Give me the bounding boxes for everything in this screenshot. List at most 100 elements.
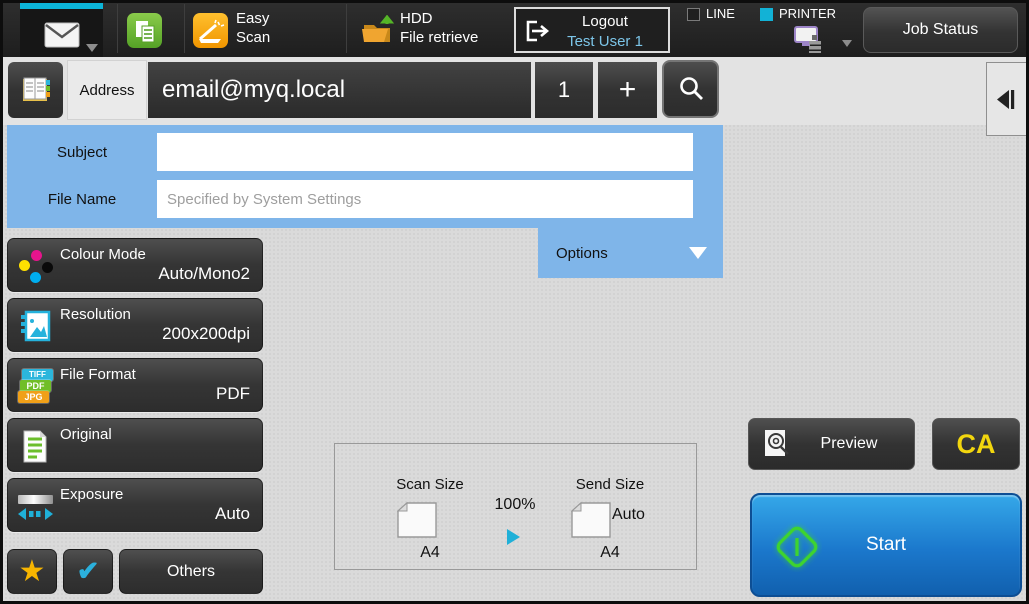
address-row: Address email@myq.local 1 +: [0, 57, 1029, 125]
preview-button[interactable]: Preview: [748, 418, 915, 470]
send-size-mode-text: Auto: [612, 506, 645, 523]
scan-size-label-text: Scan Size: [396, 476, 464, 493]
others-label: Others: [167, 563, 215, 581]
printer-status-label: PRINTER: [779, 6, 836, 21]
check-icon: [77, 558, 100, 585]
preview-icon: [762, 428, 792, 460]
preview-label: Preview: [792, 435, 906, 453]
clear-all-button[interactable]: CA: [932, 418, 1020, 470]
original-button[interactable]: Original: [7, 418, 263, 472]
job-status-label: Job Status: [903, 21, 979, 39]
tab-dropdown-arrow-icon[interactable]: [86, 44, 98, 52]
colour-mode-button[interactable]: Colour Mode Auto/Mono2: [7, 238, 263, 292]
line-status-label: LINE: [706, 6, 735, 21]
file-name-input[interactable]: [157, 180, 693, 218]
status-dropdown-arrow-icon[interactable]: [842, 40, 852, 47]
scan-size-paper-icon[interactable]: [397, 502, 437, 538]
top-bar: Easy Scan HDD File retrieve Logout Test …: [0, 0, 1029, 57]
scan-size-label: Scan Size: [350, 476, 510, 493]
original-icon: [18, 429, 53, 464]
address-input-field[interactable]: email@myq.local: [148, 62, 531, 118]
logout-button[interactable]: Logout Test User 1: [514, 7, 670, 53]
mfp-touch-screen: Easy Scan HDD File retrieve Logout Test …: [0, 0, 1029, 604]
easy-scan-line2: Scan: [236, 28, 270, 47]
send-size-value: A4: [535, 544, 685, 562]
easy-scan-button[interactable]: [193, 13, 228, 48]
active-tab-accent: [20, 2, 103, 9]
file-name-label-text: File Name: [48, 191, 116, 208]
scan-size-value-text: A4: [420, 544, 440, 561]
resolution-value: 200x200dpi: [162, 324, 250, 344]
file-format-label: File Format: [60, 366, 136, 383]
hdd-line1: HDD: [400, 9, 478, 28]
subject-input[interactable]: [157, 133, 693, 171]
envelope-icon: [44, 22, 80, 48]
size-panel: Scan Size A4 100% Send Size Auto A4: [334, 443, 697, 570]
others-button[interactable]: Others: [119, 549, 263, 594]
address-book-button[interactable]: [8, 62, 63, 118]
topbar-divider: [346, 4, 347, 53]
program-registration-button[interactable]: [63, 549, 113, 594]
exposure-icon: [18, 489, 53, 524]
hdd-line2: File retrieve: [400, 28, 478, 47]
address-label: Address: [79, 82, 134, 99]
star-icon: [19, 557, 46, 587]
plus-icon: +: [619, 73, 637, 107]
address-label-box: Address: [67, 60, 147, 120]
send-size-label-text: Send Size: [576, 476, 644, 493]
send-settings-panel: Subject File Name: [7, 125, 723, 228]
logout-texts: Logout Test User 1: [546, 11, 664, 51]
logged-in-user: Test User 1: [546, 32, 664, 51]
search-icon: [676, 74, 706, 104]
hdd-retrieve-label[interactable]: HDD File retrieve: [400, 9, 478, 47]
colour-mode-value: Auto/Mono2: [158, 264, 250, 284]
logout-label: Logout: [546, 11, 664, 32]
resolution-label: Resolution: [60, 306, 131, 323]
original-label: Original: [60, 426, 112, 443]
resolution-button[interactable]: Resolution 200x200dpi: [7, 298, 263, 352]
copy-icon: [132, 18, 158, 44]
file-format-button[interactable]: TIFF PDF JPG File Format PDF: [7, 358, 263, 412]
copy-ratio: 100%: [465, 496, 565, 514]
options-label: Options: [556, 228, 608, 278]
file-name-label: File Name: [7, 180, 157, 218]
line-status-indicator: [687, 8, 700, 21]
options-button[interactable]: Options: [538, 228, 723, 278]
start-label: Start: [752, 495, 1020, 595]
send-size-label: Send Size: [535, 476, 685, 493]
colour-mode-label: Colour Mode: [60, 246, 146, 263]
exposure-button[interactable]: Exposure Auto: [7, 478, 263, 532]
recipient-count: 1: [558, 77, 570, 103]
send-size-paper-icon[interactable]: [571, 502, 611, 538]
easy-scan-label[interactable]: Easy Scan: [236, 9, 270, 47]
copy-mode-button[interactable]: [127, 13, 162, 48]
address-book-icon: [19, 75, 53, 105]
add-recipient-button[interactable]: +: [598, 62, 657, 118]
subject-label: Subject: [7, 133, 157, 171]
device-status-icon[interactable]: [789, 25, 829, 53]
scanner-icon: [197, 18, 225, 44]
printer-status-indicator: [760, 8, 773, 21]
file-format-icon: TIFF PDF JPG: [18, 369, 53, 404]
favourites-button[interactable]: [7, 549, 57, 594]
topbar-divider: [117, 4, 118, 53]
resolution-icon: [18, 309, 53, 344]
send-size-mode: Auto: [612, 506, 645, 524]
recipient-count-button[interactable]: 1: [535, 62, 593, 118]
start-button[interactable]: Start: [750, 493, 1022, 597]
address-search-button[interactable]: [662, 60, 719, 118]
exposure-label: Exposure: [60, 486, 123, 503]
clear-all-label: CA: [957, 429, 996, 460]
easy-scan-line1: Easy: [236, 9, 270, 28]
subject-label-text: Subject: [57, 144, 107, 161]
jpg-tag: JPG: [18, 391, 49, 403]
collapse-panel-icon: [996, 90, 1018, 109]
job-status-button[interactable]: Job Status: [863, 7, 1018, 53]
action-panel-handle[interactable]: [986, 62, 1027, 136]
size-arrow-icon: [507, 529, 520, 545]
copy-ratio-text: 100%: [495, 496, 536, 513]
scan-size-value: A4: [350, 544, 510, 562]
tab-email[interactable]: [20, 2, 103, 57]
send-size-value-text: A4: [600, 544, 620, 561]
hdd-folder-icon[interactable]: [360, 15, 398, 45]
